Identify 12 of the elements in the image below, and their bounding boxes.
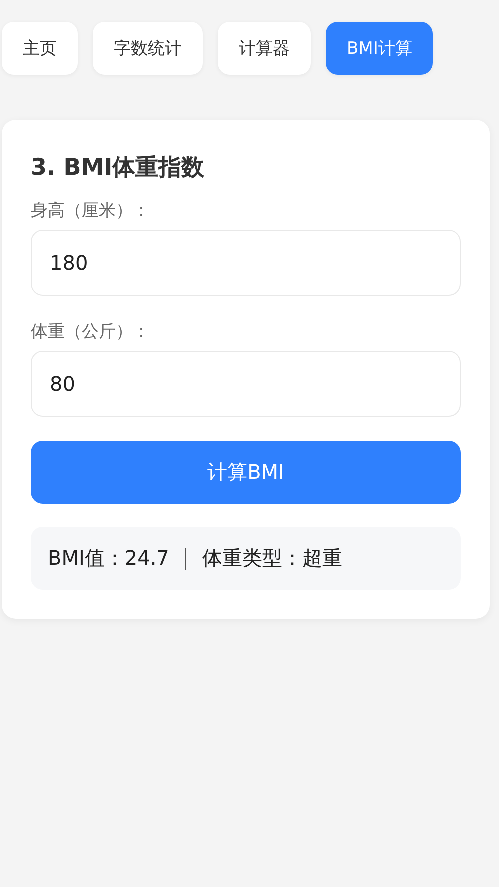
tab[interactable]: BMI计算 <box>326 22 434 75</box>
field-label: 体重（公斤）： <box>31 321 151 343</box>
input-field[interactable]: 180 <box>31 230 461 296</box>
field-label: 身高（厘米）： <box>31 200 151 222</box>
tab[interactable]: 字数统计 <box>93 22 203 75</box>
input-field[interactable]: 80 <box>31 351 461 417</box>
weight-category: 体重类型：超重 <box>202 545 342 572</box>
calculate-button[interactable]: 计算BMI <box>31 441 461 504</box>
card-title: 3. BMI体重指数 <box>31 154 206 183</box>
tab[interactable]: 计算器 <box>218 22 311 75</box>
bmi-value: BMI值：24.7 <box>48 545 170 572</box>
tab[interactable]: 主页 <box>2 22 78 75</box>
